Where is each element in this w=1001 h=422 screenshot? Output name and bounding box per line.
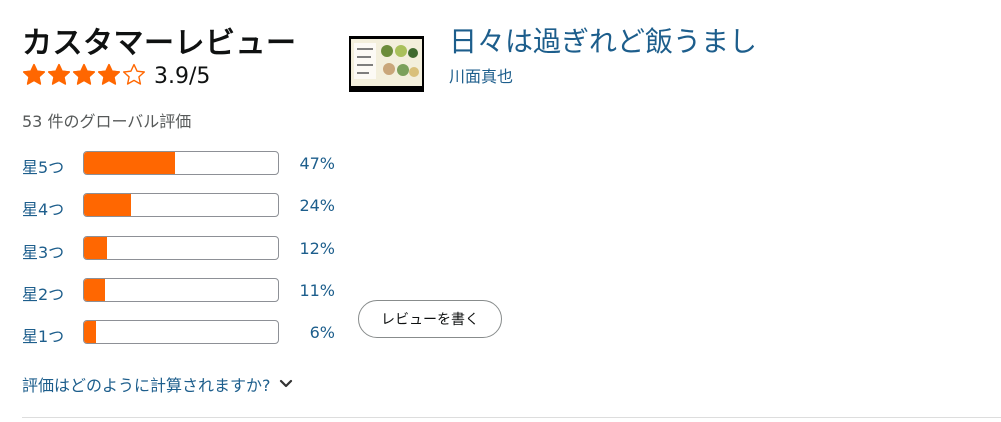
histogram-row-3[interactable]: 星3つ 12%: [22, 236, 342, 264]
histogram-bar[interactable]: [83, 320, 279, 344]
page-title: カスタマーレビュー: [22, 26, 297, 61]
how-ratings-calculated-link[interactable]: 評価はどのように計算されますか?: [22, 372, 293, 396]
histogram-bar-fill: [84, 194, 131, 216]
star-icon: [48, 63, 70, 85]
chevron-down-icon[interactable]: [279, 379, 293, 389]
histogram-percent[interactable]: 24%: [299, 196, 335, 215]
star-icon: [98, 63, 120, 85]
product-author[interactable]: 川面真也: [449, 63, 513, 87]
histogram-row-2[interactable]: 星2つ 11%: [22, 278, 342, 306]
histogram-bar[interactable]: [83, 151, 279, 175]
histogram-bar[interactable]: [83, 193, 279, 217]
histogram-label[interactable]: 星2つ: [22, 281, 64, 305]
histogram-label[interactable]: 星1つ: [22, 323, 64, 347]
histogram-bar-fill: [84, 279, 106, 301]
histogram-percent[interactable]: 6%: [310, 323, 335, 342]
histogram-bar-fill: [84, 152, 176, 174]
average-rating-text: 3.9/5: [154, 64, 211, 89]
histogram-row-4[interactable]: 星4つ 24%: [22, 193, 342, 221]
write-review-button[interactable]: レビューを書く: [358, 300, 502, 338]
average-star-rating: [22, 63, 146, 87]
histogram-percent[interactable]: 47%: [299, 154, 335, 173]
product-title[interactable]: 日々は過ぎれど飯うまし: [449, 20, 757, 60]
histogram-percent[interactable]: 12%: [299, 239, 335, 258]
histogram-label[interactable]: 星5つ: [22, 154, 64, 178]
book-cover-artwork: [351, 39, 422, 86]
histogram-label[interactable]: 星4つ: [22, 196, 64, 220]
book-cover-image[interactable]: [349, 36, 424, 92]
star-icon: [123, 63, 145, 85]
histogram-label[interactable]: 星3つ: [22, 239, 64, 263]
histogram-bar-fill: [84, 237, 108, 259]
histogram-bar[interactable]: [83, 236, 279, 260]
global-rating-count: 53 件のグローバル評価: [22, 112, 192, 131]
histogram-percent[interactable]: 11%: [299, 281, 335, 300]
histogram-bar-fill: [84, 321, 96, 343]
star-icon: [73, 63, 95, 85]
histogram-row-1[interactable]: 星1つ 6%: [22, 320, 342, 348]
how-ratings-calculated-label[interactable]: 評価はどのように計算されますか?: [22, 372, 271, 396]
section-divider: [22, 417, 1001, 418]
histogram-row-5[interactable]: 星5つ 47%: [22, 151, 342, 179]
histogram-bar[interactable]: [83, 278, 279, 302]
star-icon: [23, 63, 45, 85]
